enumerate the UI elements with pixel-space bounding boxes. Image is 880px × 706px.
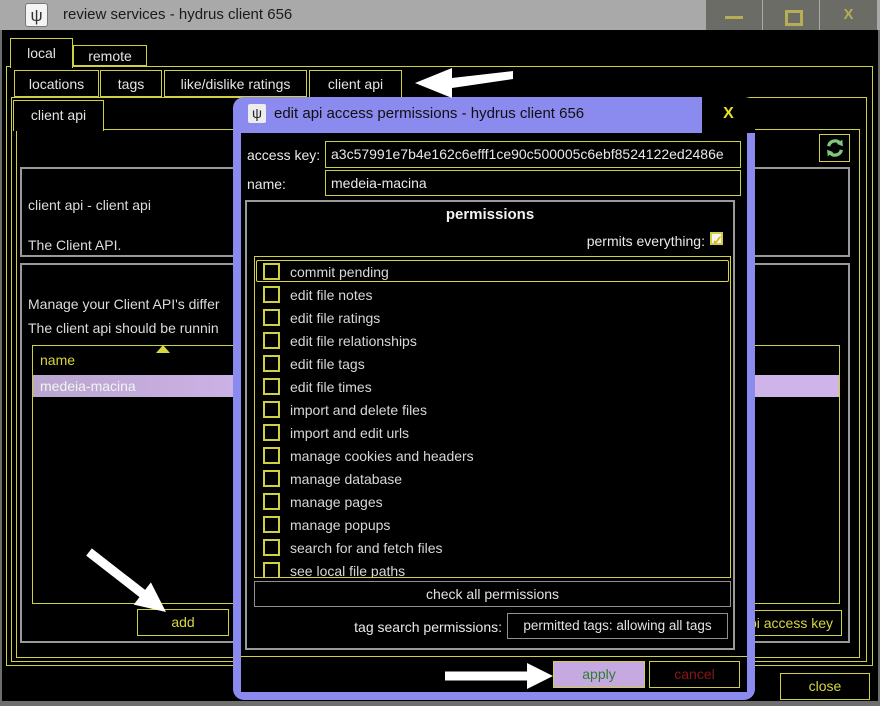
dialog-hydrus-icon: ψ: [248, 104, 266, 123]
tab-client-api-inner[interactable]: client api: [13, 100, 104, 131]
permission-checkbox[interactable]: [263, 355, 280, 372]
permission-item[interactable]: import and edit urls: [255, 421, 730, 444]
permits-everything-checkbox[interactable]: ✓: [710, 232, 723, 245]
manage-keys-text-2: The client api should be runnin: [28, 320, 219, 336]
permission-checkbox[interactable]: [263, 309, 280, 326]
tab-local[interactable]: local: [10, 38, 73, 68]
column-header-name[interactable]: name: [40, 352, 75, 368]
permission-label: manage cookies and headers: [290, 448, 474, 464]
permission-label: import and edit urls: [290, 425, 409, 441]
permits-everything-label: permits everything:: [450, 233, 705, 249]
permission-checkbox[interactable]: [263, 401, 280, 418]
maximize-button[interactable]: [763, 0, 819, 30]
permission-item[interactable]: commit pending: [255, 260, 730, 283]
window-border-bottom: [0, 701, 880, 706]
permission-checkbox[interactable]: [263, 493, 280, 510]
permission-checkbox[interactable]: [263, 378, 280, 395]
screen: ψ review services - hydrus client 656 X …: [0, 0, 880, 706]
permission-label: edit file ratings: [290, 310, 380, 326]
permission-item[interactable]: manage cookies and headers: [255, 444, 730, 467]
tag-search-permissions-button[interactable]: permitted tags: allowing all tags: [507, 613, 728, 639]
permission-label: commit pending: [290, 264, 389, 280]
tab-client-api[interactable]: client api: [309, 70, 402, 99]
service-info-title: client api - client api: [28, 197, 151, 213]
access-key-input[interactable]: a3c57991e7b4e162c6efff1ce90c500005c6ebf8…: [325, 141, 741, 168]
permission-item[interactable]: search for and fetch files: [255, 536, 730, 559]
window-border-left: [0, 30, 2, 706]
name-label: name:: [247, 176, 286, 192]
permission-item[interactable]: manage pages: [255, 490, 730, 513]
permission-checkbox[interactable]: [263, 447, 280, 464]
check-all-permissions-button[interactable]: check all permissions: [254, 581, 731, 607]
permission-label: edit file times: [290, 379, 372, 395]
close-window-button[interactable]: X: [820, 0, 877, 30]
tab-locations[interactable]: locations: [14, 70, 99, 97]
manage-keys-text-1: Manage your Client API's differ: [28, 296, 220, 312]
permission-item[interactable]: edit file ratings: [255, 306, 730, 329]
access-key-label: access key:: [247, 147, 320, 163]
permission-checkbox[interactable]: [263, 424, 280, 441]
api-access-key-button[interactable]: pi access key: [740, 610, 842, 636]
close-button[interactable]: close: [780, 673, 870, 700]
service-info-description: The Client API.: [28, 237, 121, 253]
hydrus-app-icon: ψ: [25, 3, 48, 27]
refresh-icon: [824, 137, 846, 159]
maximize-icon: [785, 10, 803, 26]
minimize-button[interactable]: [706, 0, 762, 30]
tab-remote[interactable]: remote: [73, 45, 147, 66]
dialog-title: edit api access permissions - hydrus cli…: [274, 97, 584, 133]
add-button[interactable]: add: [137, 609, 229, 636]
permission-checkbox[interactable]: [263, 263, 280, 280]
refresh-button[interactable]: [819, 134, 850, 162]
dialog-separator: [241, 656, 747, 657]
tab-tags[interactable]: tags: [100, 70, 162, 97]
permission-label: edit file relationships: [290, 333, 417, 349]
permission-item[interactable]: edit file notes: [255, 283, 730, 306]
permission-label: import and delete files: [290, 402, 427, 418]
permission-label: manage pages: [290, 494, 383, 510]
permission-item[interactable]: edit file times: [255, 375, 730, 398]
minimize-icon: [725, 16, 743, 19]
permission-checkbox[interactable]: [263, 539, 280, 556]
sort-ascending-icon[interactable]: [156, 345, 170, 353]
permission-item[interactable]: manage popups: [255, 513, 730, 536]
permission-item[interactable]: import and delete files: [255, 398, 730, 421]
main-window-title: review services - hydrus client 656: [63, 0, 292, 30]
tab-like-dislike-ratings[interactable]: like/dislike ratings: [164, 70, 307, 97]
cancel-button[interactable]: cancel: [649, 661, 740, 688]
dialog-close-button[interactable]: X: [702, 97, 755, 133]
permission-label: edit file notes: [290, 287, 373, 303]
permission-item[interactable]: see local file paths: [255, 559, 730, 578]
permission-label: search for and fetch files: [290, 540, 443, 556]
permission-item[interactable]: edit file relationships: [255, 329, 730, 352]
permission-checkbox[interactable]: [263, 516, 280, 533]
permission-checkbox[interactable]: [263, 470, 280, 487]
permission-label: manage popups: [290, 517, 390, 533]
permission-item[interactable]: edit file tags: [255, 352, 730, 375]
permission-label: edit file tags: [290, 356, 365, 372]
permission-checkbox[interactable]: [263, 562, 280, 578]
tag-search-permissions-label: tag search permissions:: [300, 619, 502, 635]
permission-item[interactable]: manage database: [255, 467, 730, 490]
permission-checkbox[interactable]: [263, 286, 280, 303]
permissions-title: permissions: [245, 206, 735, 223]
apply-button[interactable]: apply: [553, 661, 645, 688]
permissions-list[interactable]: commit pending edit file notes edit file…: [254, 256, 731, 578]
permission-checkbox[interactable]: [263, 332, 280, 349]
permission-label: manage database: [290, 471, 402, 487]
permission-label: see local file paths: [290, 563, 405, 579]
name-input[interactable]: medeia-macina: [325, 170, 741, 196]
